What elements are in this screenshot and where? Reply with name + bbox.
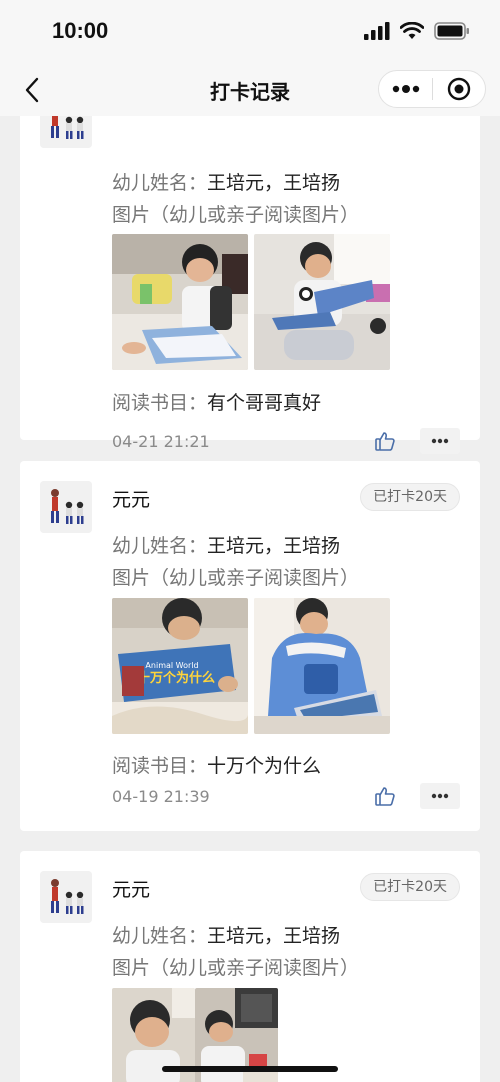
book-label: 阅读书目： xyxy=(112,392,208,414)
like-button[interactable] xyxy=(372,783,398,809)
book-line: 阅读书目：有个哥哥真好 xyxy=(112,388,321,415)
more-options-button[interactable] xyxy=(420,428,460,454)
reading-photo[interactable] xyxy=(254,234,390,370)
child-name-value: 王培元，王培扬 xyxy=(207,535,341,557)
capsule-close-button[interactable] xyxy=(433,71,485,107)
checkin-days-badge: 已打卡20天 xyxy=(360,483,460,511)
more-dots-icon xyxy=(431,438,449,444)
child-name-value: 王培元，王培扬 xyxy=(207,925,341,947)
book-title: 十万个为什么 xyxy=(207,755,322,777)
username[interactable]: 元元 xyxy=(112,875,150,902)
username[interactable]: 元元 xyxy=(112,485,150,512)
status-time: 10:00 xyxy=(52,18,109,43)
reading-photo[interactable]: Animal World 十万个为什么 xyxy=(112,598,248,734)
checkin-card: 幼儿姓名：王培元，王培扬 图片（幼儿或亲子阅读图片） 阅读书目：有个哥哥真好 0… xyxy=(20,116,480,454)
reading-photo[interactable] xyxy=(112,234,248,370)
home-indicator xyxy=(162,1066,338,1072)
child-name-line: 幼儿姓名：王培元，王培扬 xyxy=(112,921,340,948)
post-time: 04-19 21:39 xyxy=(112,787,210,806)
avatar[interactable] xyxy=(40,871,92,923)
checkin-days-badge: 已打卡20天 xyxy=(360,873,460,901)
child-name-line: 幼儿姓名：王培元，王培扬 xyxy=(112,168,340,195)
more-dots-icon xyxy=(392,85,419,93)
checkin-feed[interactable]: 幼儿姓名：王培元，王培扬 图片（幼儿或亲子阅读图片） 阅读书目：有个哥哥真好 0… xyxy=(0,116,500,1082)
photo-grid xyxy=(112,234,390,370)
child-name-value: 王培元，王培扬 xyxy=(207,172,341,194)
post-time: 04-21 21:21 xyxy=(112,432,210,451)
book-cover-subtitle: Animal World xyxy=(145,661,198,670)
photo-grid: Animal World 十万个为什么 xyxy=(112,598,390,734)
avatar[interactable] xyxy=(40,116,92,148)
child-name-label: 幼儿姓名： xyxy=(112,535,208,557)
book-line: 阅读书目：十万个为什么 xyxy=(112,751,321,778)
checkin-card: 元元 已打卡20天 幼儿姓名：王培元，王培扬 图片（幼儿或亲子阅读图片） xyxy=(20,851,480,1082)
mini-program-capsule xyxy=(378,70,486,108)
photo-caption: 图片（幼儿或亲子阅读图片） xyxy=(112,567,360,589)
child-name-line: 幼儿姓名：王培元，王培扬 xyxy=(112,531,340,558)
capsule-more-button[interactable] xyxy=(379,71,432,107)
reading-photo[interactable] xyxy=(254,598,390,734)
book-title: 有个哥哥真好 xyxy=(207,392,322,414)
target-close-icon xyxy=(447,77,471,101)
more-options-button[interactable] xyxy=(420,783,460,809)
signal-icon xyxy=(364,22,390,40)
battery-icon xyxy=(434,22,469,40)
photo-caption: 图片（幼儿或亲子阅读图片） xyxy=(112,204,360,226)
wifi-icon xyxy=(400,22,424,39)
checkin-card: 元元 已打卡20天 幼儿姓名：王培元，王培扬 图片（幼儿或亲子阅读图片） Ani… xyxy=(20,461,480,831)
child-name-label: 幼儿姓名： xyxy=(112,172,208,194)
status-icons xyxy=(364,22,470,40)
more-dots-icon xyxy=(431,793,449,799)
thumbs-up-icon xyxy=(375,787,395,806)
photo-caption: 图片（幼儿或亲子阅读图片） xyxy=(112,957,360,979)
avatar[interactable] xyxy=(40,481,92,533)
status-bar: 10:00 xyxy=(0,0,500,64)
nav-bar: 打卡记录 xyxy=(0,64,500,116)
thumbs-up-icon xyxy=(375,432,395,451)
like-button[interactable] xyxy=(372,428,398,454)
child-name-label: 幼儿姓名： xyxy=(112,925,208,947)
book-label: 阅读书目： xyxy=(112,755,208,777)
book-cover-title: 十万个为什么 xyxy=(137,670,215,686)
